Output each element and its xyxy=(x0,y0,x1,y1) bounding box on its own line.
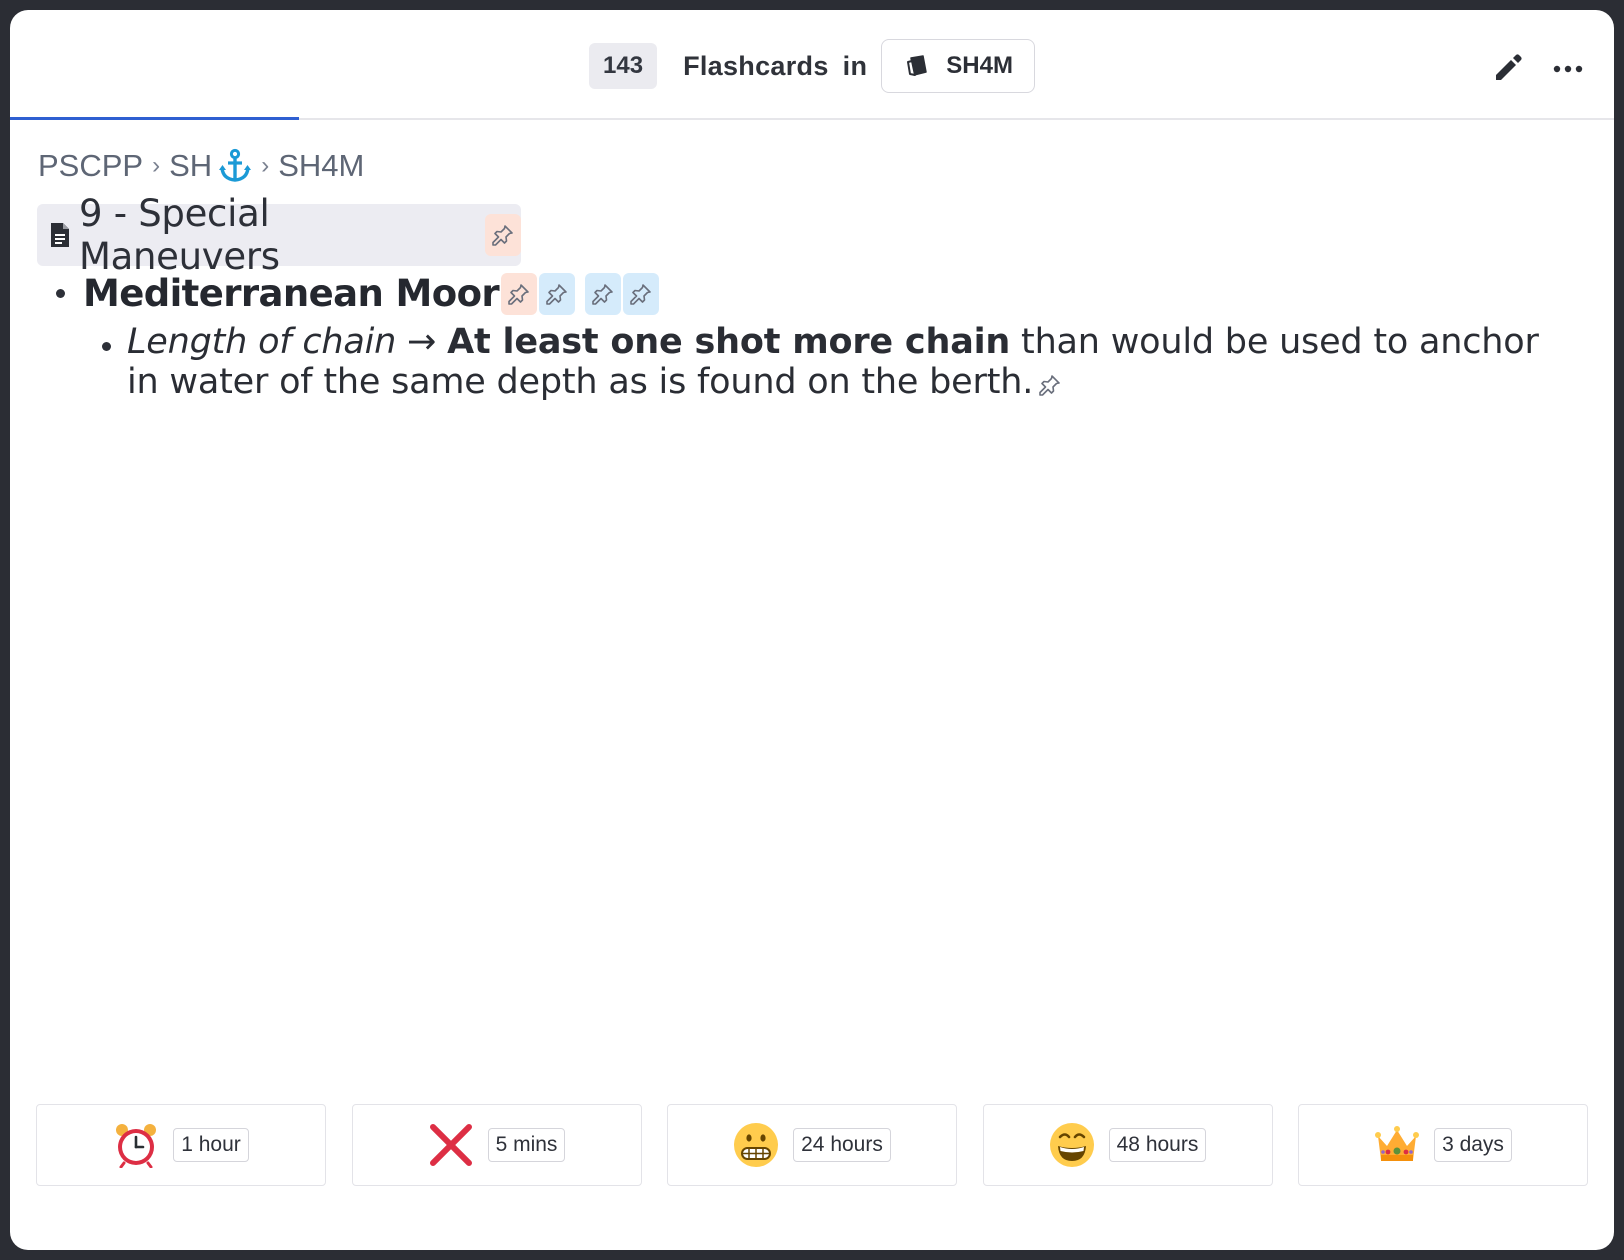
in-label: in xyxy=(842,50,868,81)
pencil-icon xyxy=(1491,51,1525,90)
rating-button-good[interactable]: 48 hours xyxy=(982,1104,1273,1186)
flashcard-window: 143 Flashcards in SH4M PSCPP › SH › SH4M… xyxy=(10,10,1614,1250)
pin-icon[interactable] xyxy=(623,272,660,315)
header-actions xyxy=(1468,50,1588,90)
review-progress-bar xyxy=(10,117,299,120)
edit-button[interactable] xyxy=(1488,50,1528,90)
rating-button-again-1h[interactable]: 1 hour xyxy=(36,1104,326,1186)
grimacing-face-icon xyxy=(733,1122,779,1168)
card-count-badge: 143 xyxy=(589,43,658,89)
breadcrumb-item-sh[interactable]: SH xyxy=(169,148,212,184)
grinning-squinting-face-icon xyxy=(1049,1122,1095,1168)
alarm-clock-icon xyxy=(113,1122,159,1168)
rating-button-easy[interactable]: 3 days xyxy=(1298,1104,1588,1186)
document-icon xyxy=(49,222,71,248)
card-back-item: Length of chain → At least one shot more… xyxy=(96,322,1566,402)
breadcrumb-separator: › xyxy=(152,152,161,179)
document-title-text: 9 - Special Maneuvers xyxy=(79,192,280,278)
more-dots-icon xyxy=(1553,61,1583,79)
pin-icon[interactable] xyxy=(539,272,576,315)
cross-mark-icon xyxy=(428,1122,474,1168)
deck-button[interactable]: SH4M xyxy=(881,39,1035,93)
bullet-dot xyxy=(56,289,65,298)
pin-icon[interactable] xyxy=(585,272,622,315)
anchor-icon xyxy=(218,148,252,184)
card-back-text: Length of chain → At least one shot more… xyxy=(127,322,1566,402)
card-front-text: Mediterranean Moor xyxy=(83,272,500,315)
breadcrumb-item-sh4m[interactable]: SH4M xyxy=(278,148,364,184)
rating-interval: 5 mins xyxy=(487,1128,566,1162)
breadcrumb: PSCPP › SH › SH4M xyxy=(38,148,364,184)
document-title[interactable]: 9 - Special Maneuvers xyxy=(37,192,521,278)
rating-interval: 24 hours xyxy=(793,1128,891,1162)
rating-button-again-5m[interactable]: 5 mins xyxy=(351,1104,642,1186)
pin-group xyxy=(501,272,661,315)
deck-label: SH4M xyxy=(946,52,1013,79)
pin-icon[interactable] xyxy=(501,272,538,315)
arrow-glyph: → xyxy=(407,322,437,362)
rating-button-hard[interactable]: 24 hours xyxy=(667,1104,957,1186)
rating-interval: 1 hour xyxy=(173,1128,249,1162)
header-title: 143 Flashcards in SH4M xyxy=(10,37,1614,95)
flashcards-label: Flashcards xyxy=(683,50,829,81)
rating-interval: 3 days xyxy=(1434,1128,1512,1162)
breadcrumb-separator: › xyxy=(261,152,270,179)
header-bar: 143 Flashcards in SH4M xyxy=(10,10,1614,120)
bullet-dot xyxy=(102,342,111,351)
pin-icon[interactable] xyxy=(1035,368,1065,402)
more-options-button[interactable] xyxy=(1548,50,1588,90)
rating-interval: 48 hours xyxy=(1108,1128,1207,1162)
card-front-item: Mediterranean Moor xyxy=(56,272,661,315)
card-answer-bold: At least one shot more chain xyxy=(447,322,1011,362)
crown-icon xyxy=(1374,1122,1420,1168)
card-term: Length of chain xyxy=(127,322,397,362)
pin-icon[interactable] xyxy=(485,214,521,256)
deck-cards-icon xyxy=(904,53,930,79)
rating-bar: 1 hour 5 mins 24 hours 48 hours 3 days xyxy=(36,1104,1588,1186)
breadcrumb-item-pscpp[interactable]: PSCPP xyxy=(38,148,143,184)
